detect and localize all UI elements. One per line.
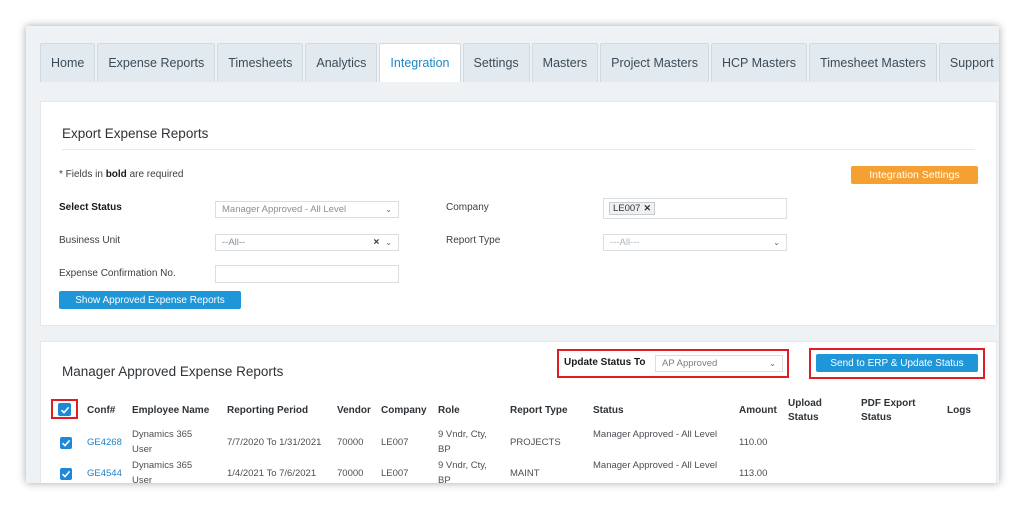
confirmation-input[interactable] bbox=[215, 265, 399, 283]
tab-analytics[interactable]: Analytics bbox=[305, 43, 378, 82]
tab-project-masters[interactable]: Project Masters bbox=[600, 43, 709, 82]
update-status-label: Update Status To bbox=[564, 357, 646, 368]
header-conf: Conf# bbox=[87, 405, 116, 416]
select-status-dropdown[interactable]: Manager Approved - All Level ⌄ bbox=[215, 201, 399, 218]
tab-integration[interactable]: Integration bbox=[379, 43, 461, 82]
send-to-erp-button[interactable]: Send to ERP & Update Status bbox=[816, 354, 978, 372]
conf-link[interactable]: GE4268 bbox=[87, 435, 122, 450]
export-panel: Export Expense Reports * Fields in bold … bbox=[40, 101, 997, 326]
select-all-checkbox[interactable] bbox=[58, 403, 71, 416]
header-employee: Employee Name bbox=[132, 405, 210, 416]
company: LE007 bbox=[381, 468, 409, 479]
company-chip-label: LE007 bbox=[613, 203, 641, 214]
vendor: 70000 bbox=[337, 468, 364, 479]
required-note: * Fields in bold are required bbox=[59, 169, 184, 180]
clear-icon[interactable]: × bbox=[373, 237, 379, 248]
employee-name: Dynamics 365 User bbox=[132, 460, 193, 483]
tab-support[interactable]: Support bbox=[938, 43, 999, 82]
company: LE007 bbox=[381, 437, 409, 448]
conf-link[interactable]: GE4544 bbox=[87, 466, 122, 481]
amount: 113.00 bbox=[739, 468, 768, 479]
vendor: 70000 bbox=[337, 437, 364, 448]
divider bbox=[62, 149, 975, 150]
employee-name: Dynamics 365 User bbox=[132, 429, 193, 455]
check-icon bbox=[60, 406, 69, 414]
header-period: Reporting Period bbox=[227, 405, 309, 416]
header-role: Role bbox=[438, 405, 460, 416]
amount: 110.00 bbox=[739, 437, 768, 448]
update-status-dropdown[interactable]: AP Approved ⌄ bbox=[655, 355, 783, 372]
header-amount: Amount bbox=[739, 405, 777, 416]
report-type: MAINT bbox=[510, 468, 540, 479]
business-unit-dropdown[interactable]: --All-- × ⌄ bbox=[215, 234, 399, 251]
chevron-down-icon: ⌄ bbox=[769, 359, 776, 368]
header-pdf-export-status: PDF Export Status bbox=[861, 398, 916, 423]
header-company: Company bbox=[381, 405, 427, 416]
tab-expense-reports[interactable]: Expense Reports bbox=[97, 43, 216, 82]
chevron-down-icon: ⌄ bbox=[385, 238, 392, 247]
reports-title: Manager Approved Expense Reports bbox=[62, 364, 284, 379]
tab-timesheet-masters[interactable]: Timesheet Masters bbox=[809, 43, 937, 82]
update-status-value: AP Approved bbox=[662, 358, 718, 369]
main-nav-tabs: Home Expense Reports Timesheets Analytic… bbox=[40, 43, 999, 82]
export-title: Export Expense Reports bbox=[62, 126, 209, 141]
header-upload-status: Upload Status bbox=[788, 398, 822, 423]
select-status-label: Select Status bbox=[59, 202, 122, 213]
report-type: PROJECTS bbox=[510, 437, 561, 448]
tab-masters[interactable]: Masters bbox=[531, 43, 599, 82]
app-window: Home Expense Reports Timesheets Analytic… bbox=[26, 26, 999, 483]
report-type-value: ---All--- bbox=[610, 237, 640, 248]
status: Manager Approved - All Level bbox=[593, 460, 718, 471]
integration-settings-button[interactable]: Integration Settings bbox=[851, 166, 978, 184]
header-vendor: Vendor bbox=[337, 405, 371, 416]
header-report-type: Report Type bbox=[510, 405, 568, 416]
reporting-period: 7/7/2020 To 1/31/2021 bbox=[227, 437, 322, 448]
reports-panel: Manager Approved Expense Reports Update … bbox=[40, 341, 997, 483]
chevron-down-icon: ⌄ bbox=[385, 205, 392, 214]
company-label: Company bbox=[446, 202, 489, 213]
row-checkbox[interactable] bbox=[60, 468, 72, 480]
chevron-down-icon: ⌄ bbox=[773, 238, 780, 247]
report-type-dropdown[interactable]: ---All--- ⌄ bbox=[603, 234, 787, 251]
check-icon bbox=[61, 470, 71, 478]
select-status-value: Manager Approved - All Level bbox=[222, 204, 347, 215]
header-status: Status bbox=[593, 405, 624, 416]
confirmation-label: Expense Confirmation No. bbox=[59, 268, 176, 279]
business-unit-value: --All-- bbox=[222, 237, 246, 248]
role: 9 Vndr, Cty, BP bbox=[438, 460, 487, 483]
tab-settings[interactable]: Settings bbox=[462, 43, 530, 82]
status: Manager Approved - All Level bbox=[593, 429, 718, 440]
company-chip[interactable]: LE007 ✕ bbox=[609, 202, 656, 215]
business-unit-label: Business Unit bbox=[59, 235, 121, 246]
report-type-label: Report Type bbox=[446, 235, 501, 246]
header-logs: Logs bbox=[947, 405, 971, 416]
role: 9 Vndr, Cty, BP bbox=[438, 429, 487, 455]
tab-hcp-masters[interactable]: HCP Masters bbox=[710, 43, 808, 82]
show-approved-button[interactable]: Show Approved Expense Reports bbox=[59, 291, 241, 309]
check-icon bbox=[61, 439, 71, 447]
reporting-period: 1/4/2021 To 7/6/2021 bbox=[227, 468, 317, 479]
row-checkbox[interactable] bbox=[60, 437, 72, 449]
tab-home[interactable]: Home bbox=[40, 43, 96, 82]
tab-timesheets[interactable]: Timesheets bbox=[217, 43, 304, 82]
close-icon[interactable]: ✕ bbox=[643, 203, 651, 214]
